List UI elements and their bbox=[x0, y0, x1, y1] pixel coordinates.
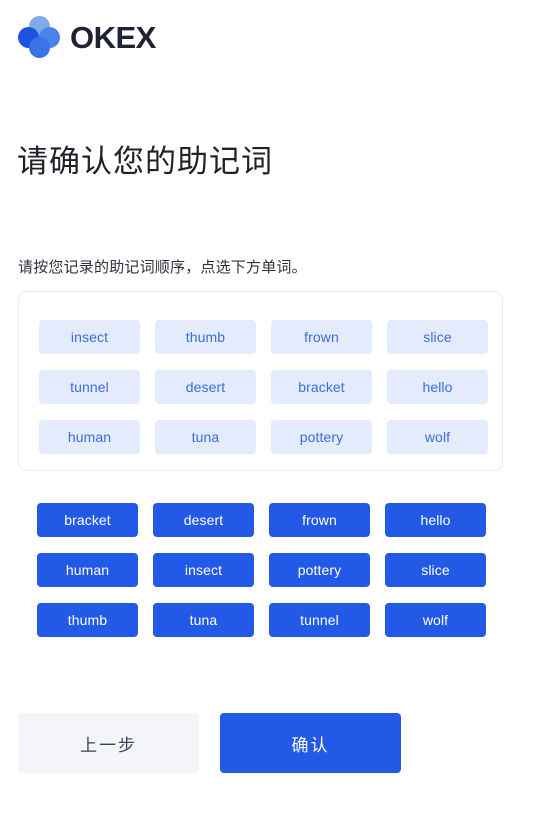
back-button[interactable]: 上一步 bbox=[18, 713, 199, 773]
selected-word-chip[interactable]: desert bbox=[155, 370, 256, 404]
word-bank-chip[interactable]: tunnel bbox=[269, 603, 370, 637]
word-bank-chip[interactable]: desert bbox=[153, 503, 254, 537]
word-bank-chip[interactable]: thumb bbox=[37, 603, 138, 637]
selected-words-card: insect thumb frown slice tunnel desert bracket… bbox=[18, 291, 503, 471]
word-bank-chip[interactable]: bracket bbox=[37, 503, 138, 537]
confirm-button[interactable]: 确认 bbox=[220, 713, 401, 773]
word-bank-chip[interactable]: tuna bbox=[153, 603, 254, 637]
selected-word-chip[interactable]: insect bbox=[39, 320, 140, 354]
word-bank-chip[interactable]: human bbox=[37, 553, 138, 587]
selected-word-chip[interactable]: tuna bbox=[155, 420, 256, 454]
word-bank-chip[interactable]: pottery bbox=[269, 553, 370, 587]
selected-word-chip[interactable]: tunnel bbox=[39, 370, 140, 404]
footer-actions: 上一步 确认 bbox=[18, 713, 401, 773]
selected-word-chip[interactable]: thumb bbox=[155, 320, 256, 354]
selected-word-chip[interactable]: pottery bbox=[271, 420, 372, 454]
selected-words-grid: insect thumb frown slice tunnel desert bracket… bbox=[39, 320, 488, 454]
word-bank-chip[interactable]: slice bbox=[385, 553, 486, 587]
selected-word-chip[interactable]: hello bbox=[387, 370, 488, 404]
selected-word-chip[interactable]: human bbox=[39, 420, 140, 454]
page-title: 请确认您的助记词 bbox=[17, 143, 273, 179]
brand-header: OKEX bbox=[18, 16, 156, 58]
selected-word-chip[interactable]: slice bbox=[387, 320, 488, 354]
word-bank-chip[interactable]: wolf bbox=[385, 603, 486, 637]
page-subtitle: 请按您记录的助记词顺序，点选下方单词。 bbox=[18, 259, 307, 276]
brand-name: OKEX bbox=[70, 19, 156, 55]
word-bank-chip[interactable]: hello bbox=[385, 503, 486, 537]
selected-word-chip[interactable]: frown bbox=[271, 320, 372, 354]
logo-dot-bottom bbox=[28, 37, 50, 58]
okex-logo-icon bbox=[18, 16, 60, 58]
selected-word-chip[interactable]: wolf bbox=[387, 420, 488, 454]
word-bank-chip[interactable]: insect bbox=[153, 553, 254, 587]
word-bank-chip[interactable]: frown bbox=[269, 503, 370, 537]
word-bank-grid: bracket desert frown hello human insect potter… bbox=[37, 503, 487, 637]
selected-word-chip[interactable]: bracket bbox=[271, 370, 372, 404]
